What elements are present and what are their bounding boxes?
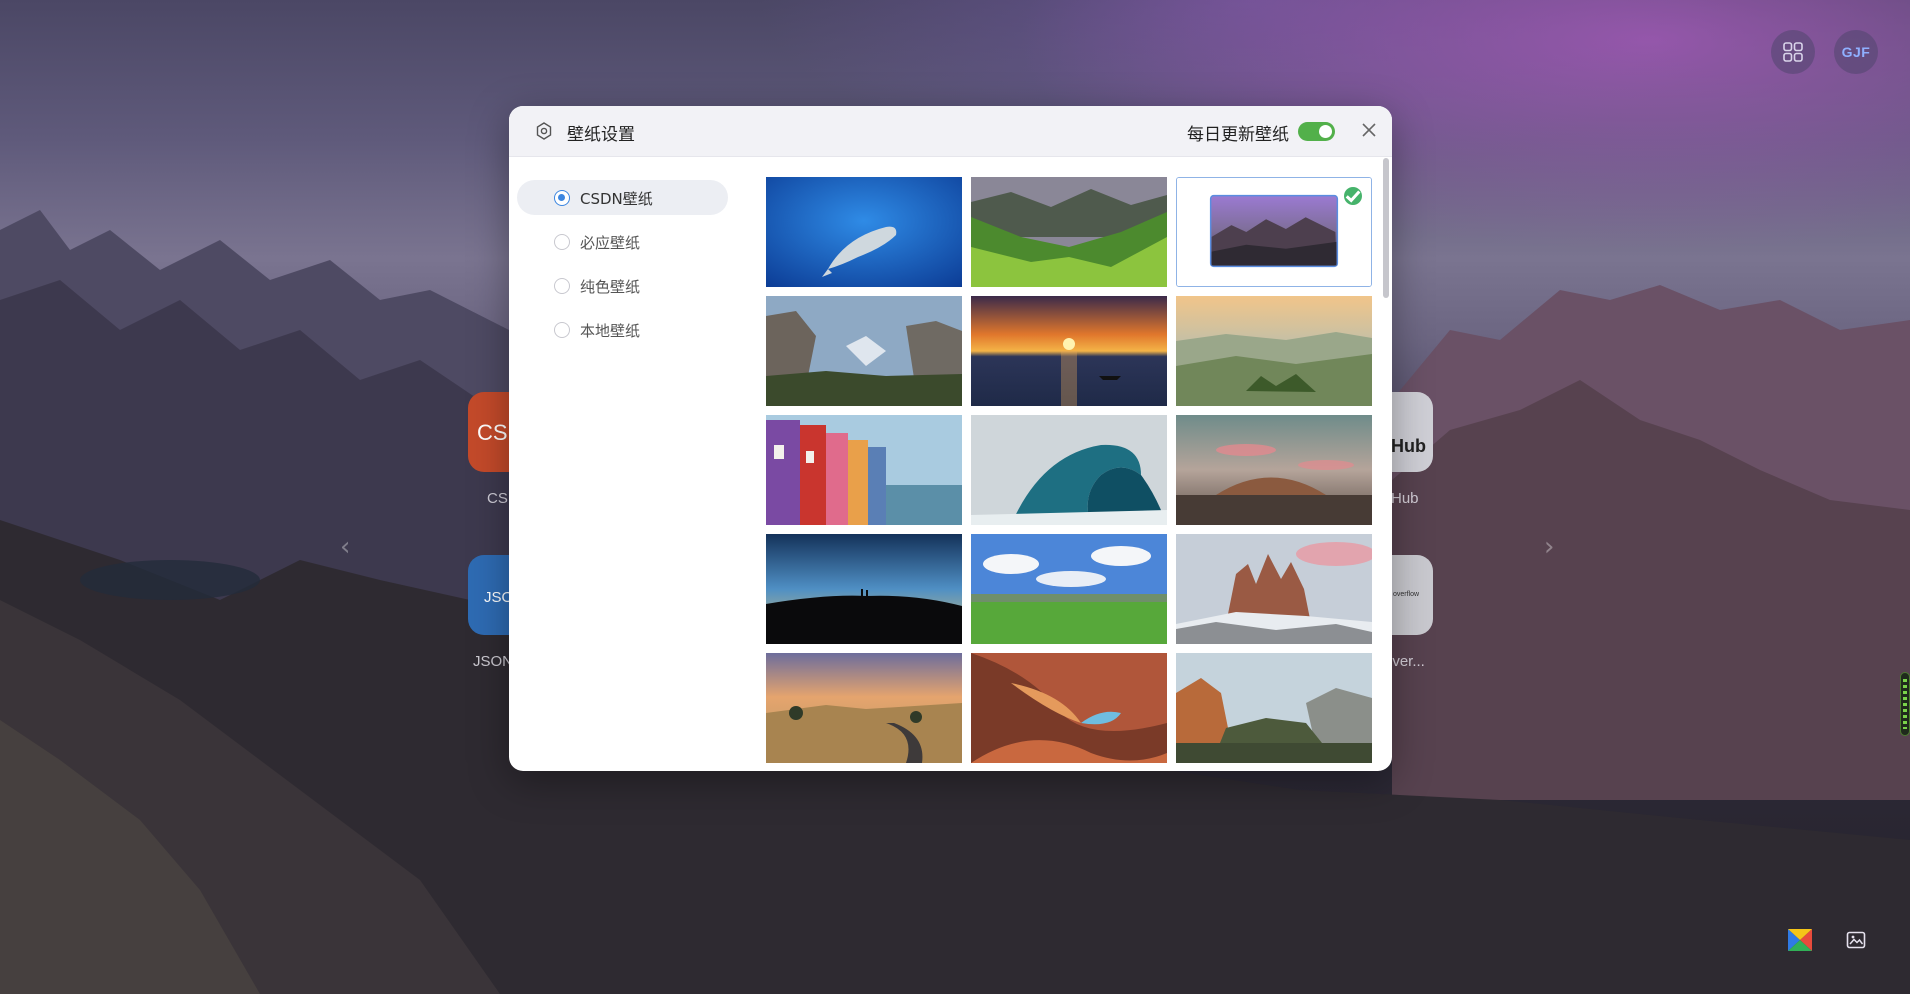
prev-page-icon[interactable]: ‹ xyxy=(340,532,350,562)
whale-image xyxy=(766,177,962,287)
brand-button[interactable] xyxy=(1783,925,1817,955)
dialog-title: 壁纸设置 xyxy=(567,125,635,145)
selected-check-icon xyxy=(1344,187,1362,205)
colorful-houses-image xyxy=(766,415,962,525)
ocean-wave-image xyxy=(971,415,1167,525)
wallpaper-button[interactable] xyxy=(1839,925,1873,955)
gear-icon xyxy=(536,122,552,140)
wallpaper-thumb-green-plains[interactable] xyxy=(971,534,1167,644)
source-item-local[interactable]: 本地壁纸 xyxy=(517,312,728,347)
close-icon[interactable] xyxy=(1359,120,1379,140)
wallpaper-thumb-whale[interactable] xyxy=(766,177,962,287)
misty-hills-image xyxy=(1176,296,1372,406)
radio-icon xyxy=(554,322,570,338)
wallpaper-thumb-colorful-houses[interactable] xyxy=(766,415,962,525)
daily-update-label: 每日更新壁纸 xyxy=(1187,125,1289,145)
wallpaper-thumb-purple-mountains[interactable] xyxy=(1176,177,1372,287)
grid-icon xyxy=(1783,42,1803,62)
source-item-solid[interactable]: 纯色壁纸 xyxy=(517,268,728,303)
green-plains-image xyxy=(971,534,1167,644)
yosemite-image xyxy=(766,296,962,406)
shortcut-json-label: JSON xyxy=(473,653,514,670)
desert-hill-image xyxy=(1176,415,1372,525)
wallpaper-thumb-antelope-canyon[interactable] xyxy=(971,653,1167,763)
sunset-lake-image xyxy=(971,296,1167,406)
wallpaper-grid xyxy=(766,177,1378,771)
source-label: 必应壁纸 xyxy=(580,234,641,252)
canyon-cliffs-image xyxy=(1176,653,1372,763)
wallpaper-thumb-canyon-cliffs[interactable] xyxy=(1176,653,1372,763)
side-scroll-handle[interactable] xyxy=(1900,672,1910,736)
green-valley-image xyxy=(971,177,1167,287)
source-label: 本地壁纸 xyxy=(580,322,641,340)
wallpaper-thumb-green-valley[interactable] xyxy=(971,177,1167,287)
radio-icon xyxy=(554,278,570,294)
source-label: CSDN壁纸 xyxy=(580,190,653,208)
wallpaper-settings-dialog: 壁纸设置 每日更新壁纸 CSDN壁纸 必应壁纸 纯色壁纸 本地壁纸 xyxy=(509,106,1392,771)
wallpaper-thumb-misty-hills[interactable] xyxy=(1176,296,1372,406)
wallpaper-thumb-dolomites[interactable] xyxy=(1176,534,1372,644)
avatar[interactable]: GJF xyxy=(1834,30,1878,74)
source-item-bing[interactable]: 必应壁纸 xyxy=(517,224,728,259)
dialog-header: 壁纸设置 每日更新壁纸 xyxy=(509,106,1392,157)
source-list: CSDN壁纸 必应壁纸 纯色壁纸 本地壁纸 xyxy=(509,158,728,771)
colorful-logo-icon xyxy=(1788,929,1812,951)
shortcut-csdn-label: CS xyxy=(487,490,508,507)
daily-update-toggle[interactable] xyxy=(1298,122,1335,141)
wallpaper-thumb-ocean-wave[interactable] xyxy=(971,415,1167,525)
dialog-scrollbar[interactable] xyxy=(1383,158,1389,298)
radio-icon xyxy=(554,234,570,250)
toggle-knob xyxy=(1319,125,1332,138)
shortcut-github-label: Hub xyxy=(1391,490,1419,507)
dolomites-image xyxy=(1176,534,1372,644)
radio-icon xyxy=(554,190,570,206)
apps-button[interactable] xyxy=(1771,30,1815,74)
dark-hill-image xyxy=(766,534,962,644)
source-item-csdn[interactable]: CSDN壁纸 xyxy=(517,180,728,215)
desert-road-image xyxy=(766,653,962,763)
wallpaper-thumb-yosemite[interactable] xyxy=(766,296,962,406)
next-page-icon[interactable]: › xyxy=(1544,532,1554,562)
antelope-canyon-image xyxy=(971,653,1167,763)
wallpaper-thumb-desert-road[interactable] xyxy=(766,653,962,763)
image-icon xyxy=(1846,931,1866,949)
source-label: 纯色壁纸 xyxy=(580,278,641,296)
wallpaper-thumb-sunset-lake[interactable] xyxy=(971,296,1167,406)
wallpaper-thumb-desert-hill[interactable] xyxy=(1176,415,1372,525)
wallpaper-thumb-dark-hill[interactable] xyxy=(766,534,962,644)
purple-mountains-image xyxy=(1177,178,1371,286)
